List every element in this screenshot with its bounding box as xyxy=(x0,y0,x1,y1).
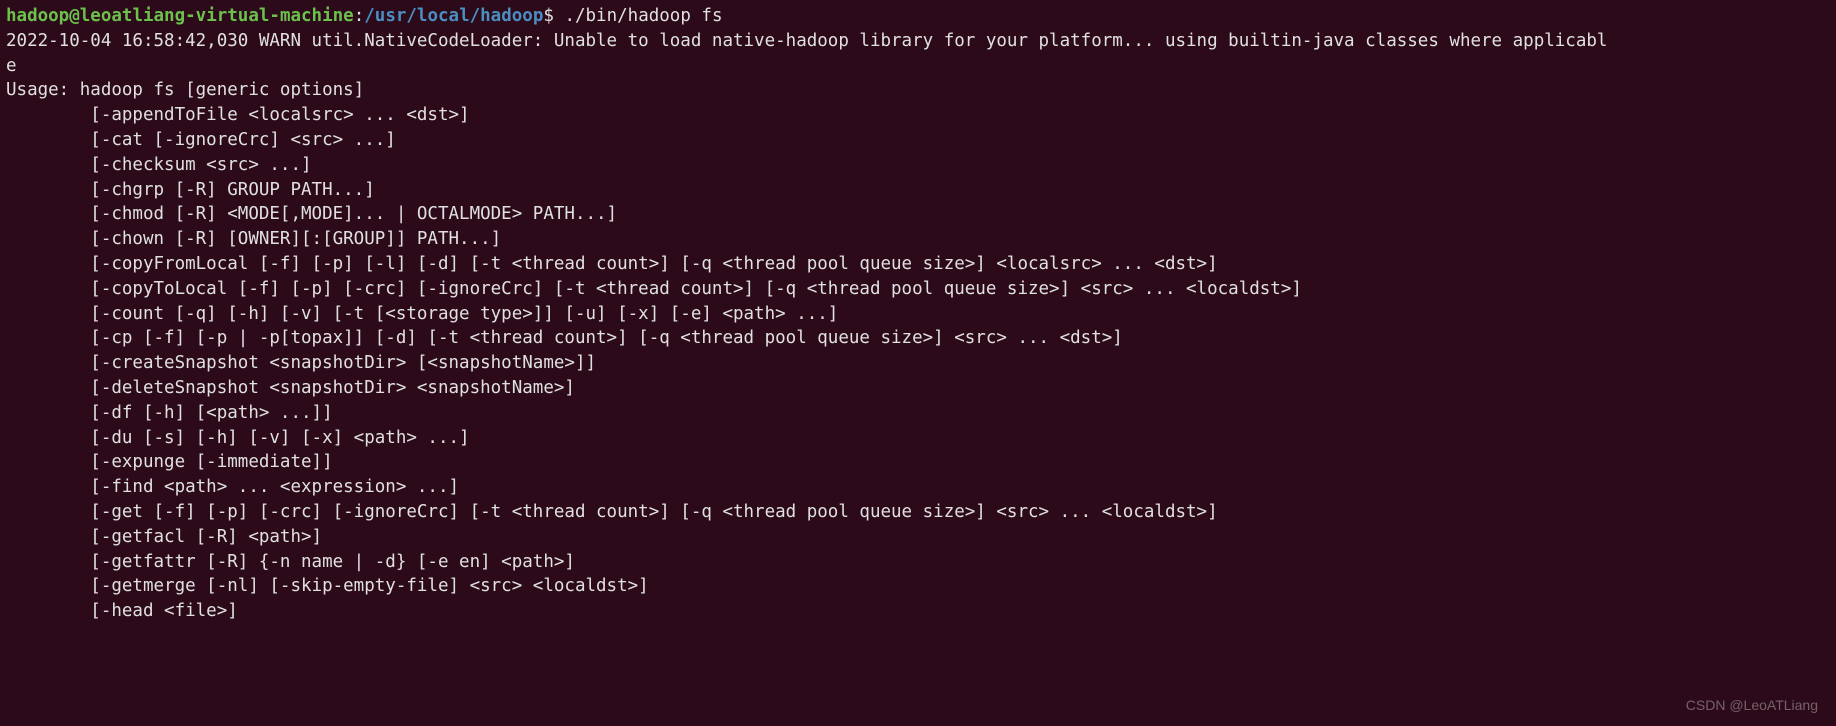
output-line: [-appendToFile <localsrc> ... <dst>] xyxy=(6,105,470,125)
output-line: [-createSnapshot <snapshotDir> [<snapsho… xyxy=(6,353,596,373)
output-line: [-cat [-ignoreCrc] <src> ...] xyxy=(6,130,396,150)
prompt-user: hadoop xyxy=(6,6,69,26)
output-line: [-cp [-f] [-p | -p[topax]] [-d] [-t <thr… xyxy=(6,328,1123,348)
output-line: [-df [-h] [<path> ...]] xyxy=(6,403,333,423)
output-line: [-copyFromLocal [-f] [-p] [-l] [-d] [-t … xyxy=(6,254,1218,274)
output-line: [-checksum <src> ...] xyxy=(6,155,312,175)
prompt-dollar: $ xyxy=(543,6,564,26)
watermark: CSDN @LeoATLiang xyxy=(1686,693,1818,718)
prompt-host: leoatliang-virtual-machine xyxy=(80,6,354,26)
output-line: Usage: hadoop fs [generic options] xyxy=(6,80,364,100)
output-line: [-getmerge [-nl] [-skip-empty-file] <src… xyxy=(6,576,649,596)
output-line: e xyxy=(6,56,17,76)
output-line: [-deleteSnapshot <snapshotDir> <snapshot… xyxy=(6,378,575,398)
terminal-output[interactable]: hadoop@leoatliang-virtual-machine:/usr/l… xyxy=(0,0,1836,628)
output-line: [-copyToLocal [-f] [-p] [-crc] [-ignoreC… xyxy=(6,279,1302,299)
output-line: [-chown [-R] [OWNER][:[GROUP]] PATH...] xyxy=(6,229,501,249)
prompt-command: ./bin/hadoop fs xyxy=(564,6,722,26)
output-line: [-du [-s] [-h] [-v] [-x] <path> ...] xyxy=(6,428,470,448)
prompt-colon: : xyxy=(354,6,365,26)
output-line: [-head <file>] xyxy=(6,601,238,621)
output-line: [-getfacl [-R] <path>] xyxy=(6,527,322,547)
output-line: [-getfattr [-R] {-n name | -d} [-e en] <… xyxy=(6,552,575,572)
output-line: [-find <path> ... <expression> ...] xyxy=(6,477,459,497)
output-line: 2022-10-04 16:58:42,030 WARN util.Native… xyxy=(6,31,1607,51)
output-line: [-chmod [-R] <MODE[,MODE]... | OCTALMODE… xyxy=(6,204,617,224)
output-line: [-expunge [-immediate]] xyxy=(6,452,333,472)
prompt-at: @ xyxy=(69,6,80,26)
output-line: [-count [-q] [-h] [-v] [-t [<storage typ… xyxy=(6,304,838,324)
output-line: [-get [-f] [-p] [-crc] [-ignoreCrc] [-t … xyxy=(6,502,1218,522)
prompt-path: /usr/local/hadoop xyxy=(364,6,543,26)
output-line: [-chgrp [-R] GROUP PATH...] xyxy=(6,180,375,200)
